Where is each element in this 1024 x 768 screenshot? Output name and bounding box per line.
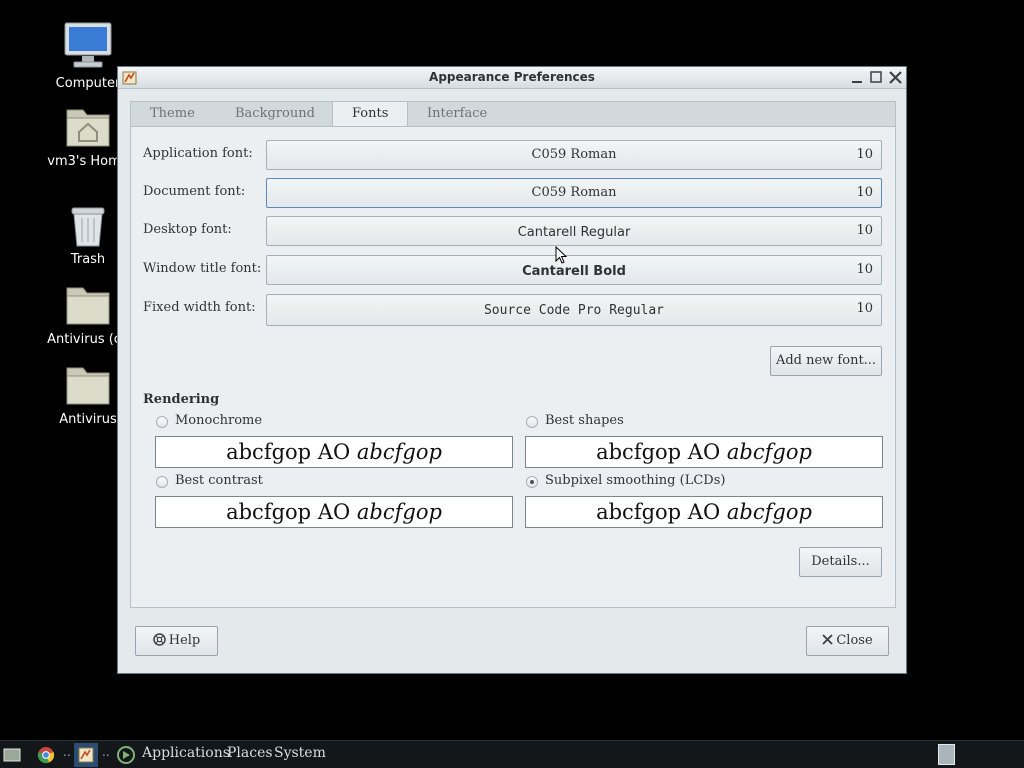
- main-menu-icon[interactable]: [116, 745, 136, 765]
- close-button[interactable]: Close: [806, 626, 889, 656]
- fixed-width-font-label: Fixed width font:: [143, 300, 256, 315]
- application-font-label: Application font:: [143, 146, 253, 161]
- preview-text: abcfgop AO: [596, 440, 721, 464]
- document-font-label: Document font:: [143, 184, 246, 199]
- application-font-row: Application font: C059 Roman 10: [131, 140, 897, 170]
- radio-button[interactable]: [156, 416, 168, 428]
- home-folder-icon: [66, 109, 110, 147]
- document-font-button[interactable]: C059 Roman 10: [266, 178, 882, 208]
- close-icon[interactable]: [888, 70, 903, 85]
- font-name: Source Code Pro Regular: [483, 303, 664, 318]
- preview-text: abcfgop AO: [596, 500, 721, 524]
- trash-icon: [71, 207, 105, 247]
- monochrome-label: Monochrome: [175, 413, 263, 428]
- best-contrast-preview[interactable]: abcfgop AO abcfgop: [155, 496, 513, 528]
- desktop-font-row: Desktop font: Cantarell Regular 10: [131, 216, 897, 246]
- tab-bar: Theme Background Fonts Interface: [130, 101, 896, 129]
- preferences-notebook: Theme Background Fonts Interface Applica…: [130, 101, 896, 609]
- close-icon: [822, 634, 833, 645]
- tab-theme[interactable]: Theme: [131, 102, 214, 128]
- appearance-preferences-window: Appearance Preferences Theme Background …: [117, 66, 907, 674]
- task-ellipsis: ..: [102, 745, 110, 759]
- window-title-font-label: Window title font:: [143, 261, 262, 276]
- places-menu[interactable]: Places: [227, 745, 273, 761]
- font-size: 10: [856, 223, 873, 238]
- font-name: Cantarell Bold: [522, 264, 626, 279]
- preview-italic-text: abcfgop: [726, 500, 812, 524]
- preview-text: abcfgop AO: [226, 500, 351, 524]
- desktop-font-button[interactable]: Cantarell Regular 10: [266, 216, 882, 246]
- rendering-title: Rendering: [143, 392, 220, 407]
- font-name: C059 Roman: [531, 147, 617, 162]
- help-button[interactable]: Help: [135, 626, 218, 656]
- tab-interface[interactable]: Interface: [408, 102, 506, 128]
- radio-button[interactable]: [156, 476, 168, 488]
- font-name: C059 Roman: [531, 185, 617, 200]
- fixed-width-font-button[interactable]: Source Code Pro Regular 10: [266, 294, 882, 326]
- fonts-page: Application font: C059 Roman 10 Document…: [130, 126, 896, 608]
- subpixel-smoothing-preview[interactable]: abcfgop AO abcfgop: [525, 496, 883, 528]
- launcher-ellipsis: ..: [63, 745, 71, 759]
- preview-italic-text: abcfgop: [356, 440, 442, 464]
- subpixel-smoothing-label: Subpixel smoothing (LCDs): [545, 473, 726, 488]
- best-contrast-label: Best contrast: [175, 473, 263, 488]
- window-title-font-row: Window title font: Cantarell Bold 10: [131, 255, 897, 285]
- details-button[interactable]: Details...: [799, 547, 882, 577]
- computer-icon: [64, 22, 112, 68]
- help-button-label: Help: [168, 633, 201, 648]
- bottom-panel: .. .. Applications Places System: [0, 740, 1024, 768]
- desktop-font-label: Desktop font:: [143, 222, 232, 237]
- font-size: 10: [856, 147, 873, 162]
- applications-menu[interactable]: Applications: [142, 745, 230, 761]
- fixed-width-font-row: Fixed width font: Source Code Pro Regula…: [131, 294, 897, 326]
- font-size: 10: [856, 301, 873, 316]
- preview-text: abcfgop AO: [226, 440, 351, 464]
- preview-italic-text: abcfgop: [356, 500, 442, 524]
- window-title: Appearance Preferences: [429, 70, 595, 84]
- best-shapes-preview[interactable]: abcfgop AO abcfgop: [525, 436, 883, 468]
- workspace-switcher[interactable]: [938, 744, 955, 765]
- font-size: 10: [856, 262, 873, 277]
- best-shapes-label: Best shapes: [545, 413, 624, 428]
- maximize-icon[interactable]: [869, 70, 884, 85]
- tab-background[interactable]: Background: [216, 102, 334, 128]
- preview-italic-text: abcfgop: [726, 440, 812, 464]
- appearance-task-icon[interactable]: [74, 743, 98, 767]
- window-titlebar[interactable]: Appearance Preferences: [118, 67, 906, 89]
- window-title-font-button[interactable]: Cantarell Bold 10: [266, 255, 882, 285]
- document-font-row: Document font: C059 Roman 10: [131, 178, 897, 208]
- font-name: Cantarell Regular: [517, 225, 631, 240]
- tab-fonts[interactable]: Fonts: [332, 102, 409, 129]
- folder-icon: [66, 367, 110, 405]
- help-icon: [152, 633, 166, 646]
- minimize-icon[interactable]: [850, 70, 865, 85]
- application-font-button[interactable]: C059 Roman 10: [266, 140, 882, 170]
- monochrome-preview[interactable]: abcfgop AO abcfgop: [155, 436, 513, 468]
- close-button-label: Close: [836, 633, 873, 648]
- system-menu[interactable]: System: [274, 745, 326, 761]
- chrome-icon[interactable]: [36, 745, 56, 765]
- radio-button[interactable]: [526, 416, 538, 428]
- font-size: 10: [856, 185, 873, 200]
- radio-button-selected[interactable]: [526, 476, 538, 488]
- folder-icon: [66, 287, 110, 325]
- show-desktop-icon[interactable]: [2, 745, 22, 765]
- mouse-cursor-icon: [555, 246, 567, 264]
- add-new-font-button[interactable]: Add new font...: [770, 346, 882, 376]
